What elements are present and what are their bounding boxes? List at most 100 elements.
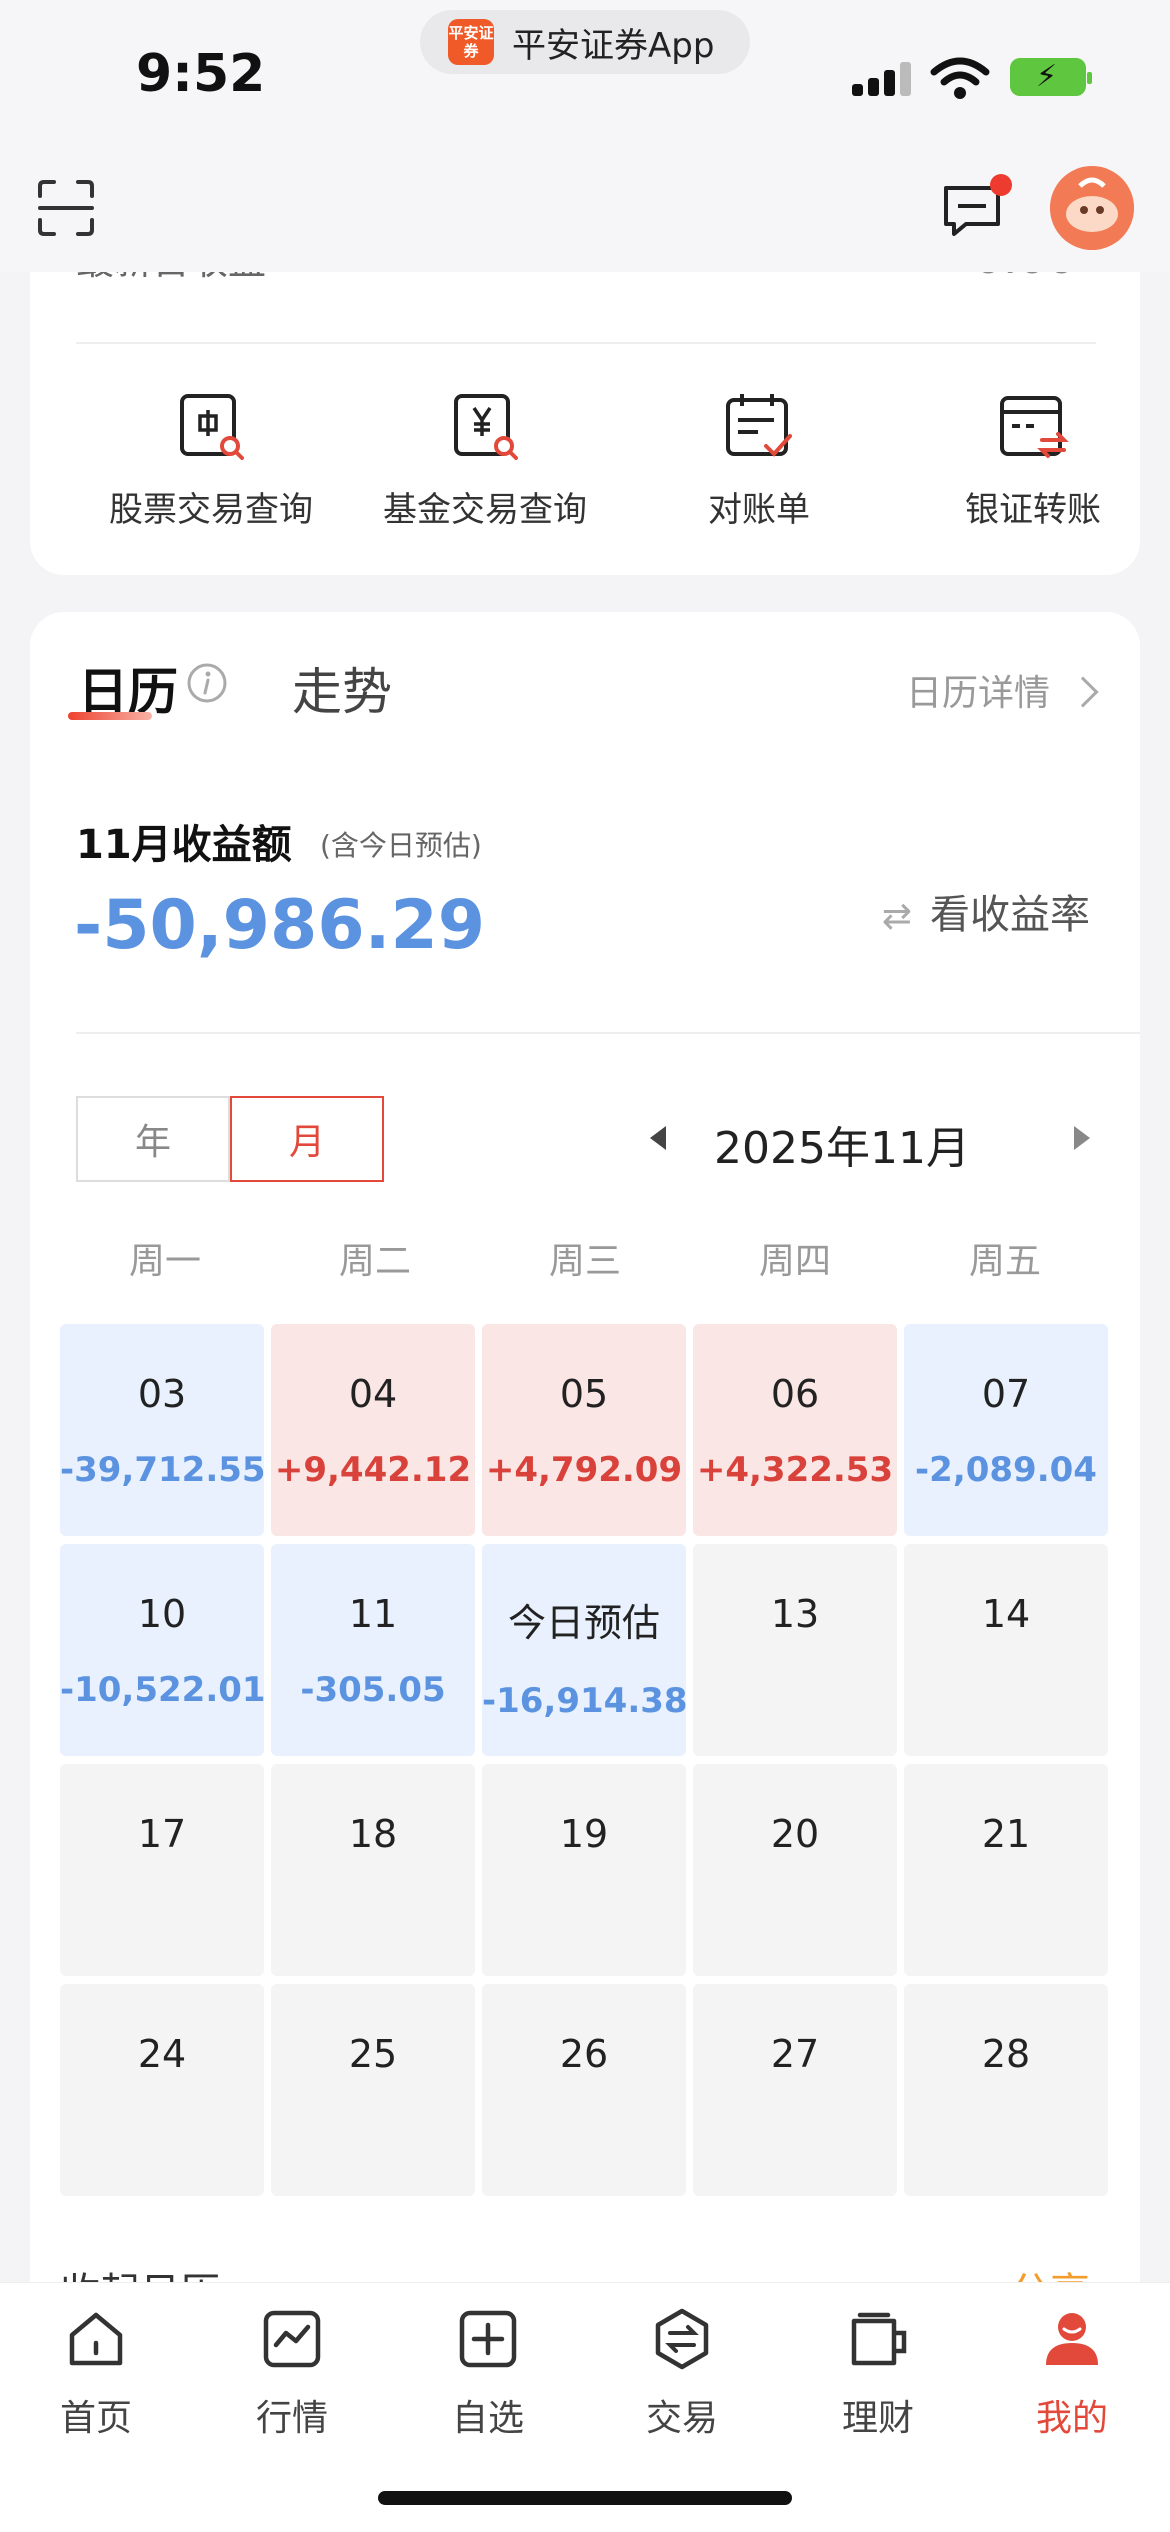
- stock-query-icon: [180, 394, 244, 460]
- segment-month[interactable]: 月: [230, 1096, 384, 1182]
- fund-query-icon: [454, 394, 518, 460]
- calendar-day-cell[interactable]: 今日预估 -16,914.38: [482, 1544, 688, 1756]
- fund-query-link[interactable]: 基金交易查询: [360, 390, 610, 531]
- calendar-day-cell[interactable]: 07 -2,089.04: [904, 1324, 1108, 1536]
- tab-trend[interactable]: 走势: [292, 652, 392, 724]
- calendar-day-date: 26: [559, 2032, 609, 2076]
- calendar-day-cell[interactable]: 18: [271, 1764, 475, 1976]
- weekday-label: 周三: [548, 1241, 621, 1282]
- calendar-day-cell[interactable]: 11 -305.05: [271, 1544, 475, 1756]
- profit-calendar-card: 日历 走势 日历详情 11月收益额 (含今日预估) -50,986.29 ⇄ 看收…: [30, 612, 1140, 2316]
- calendar-day-cell[interactable]: 24: [60, 1984, 264, 2196]
- calendar-day-date: 18: [348, 1812, 398, 1856]
- tab-wealth[interactable]: 理财: [788, 2307, 968, 2441]
- month-profit-sublabel: (含今日预估): [320, 829, 482, 862]
- calendar-day-date: 04: [348, 1372, 398, 1416]
- calendar-detail-link[interactable]: 日历详情: [906, 664, 1099, 716]
- calendar-day-profit: -16,914.38: [482, 1681, 688, 1721]
- switch-to-rate-button[interactable]: ⇄ 看收益率: [882, 882, 1090, 940]
- calendar-day-date: 24: [137, 2032, 187, 2076]
- calendar-day-date: 13: [770, 1592, 820, 1636]
- calendar-day-date: 10: [137, 1592, 187, 1636]
- avatar[interactable]: [1050, 166, 1134, 250]
- tab-market[interactable]: 行情: [202, 2307, 382, 2441]
- bottom-tab-bar: 首页 行情 自选 交易 理财 我的: [0, 2282, 1170, 2532]
- tab-active-indicator: [68, 712, 152, 720]
- calendar-day-cell[interactable]: 06 +4,322.53: [693, 1324, 897, 1536]
- tab-watchlist[interactable]: 自选: [398, 2307, 578, 2441]
- calendar-day-date: 28: [981, 2032, 1031, 2076]
- calendar-day-profit: +4,322.53: [696, 1450, 894, 1490]
- calendar-day-date: 27: [770, 2032, 820, 2076]
- battery-icon: ⚡: [1010, 58, 1092, 96]
- segment-year[interactable]: 年: [76, 1096, 230, 1182]
- calendar-day-cell[interactable]: 17: [60, 1764, 264, 1976]
- stock-query-link[interactable]: 股票交易查询: [86, 390, 336, 531]
- current-month-label: 2025年11月: [714, 1123, 970, 1174]
- bank-transfer-icon: [1000, 396, 1069, 458]
- month-navigator: 2025年11月: [650, 1112, 1090, 1174]
- calendar-day-cell[interactable]: 21: [904, 1764, 1108, 1976]
- tab-mine[interactable]: 我的: [982, 2307, 1162, 2441]
- calendar-day-cell[interactable]: 19: [482, 1764, 686, 1976]
- calendar-day-cell[interactable]: 10 -10,522.01: [60, 1544, 266, 1756]
- tab-home[interactable]: 首页: [6, 2307, 186, 2441]
- calendar-day-date: 03: [137, 1372, 187, 1416]
- calendar-day-profit: -2,089.04: [915, 1450, 1097, 1490]
- bank-transfer-link[interactable]: 银证转账: [908, 390, 1140, 531]
- home-indicator: [378, 2491, 792, 2505]
- calendar-day-date: 07: [981, 1372, 1031, 1416]
- status-time: 9:52: [136, 44, 266, 104]
- signal-icon: [852, 62, 914, 96]
- weekday-label: 周五: [968, 1241, 1041, 1282]
- weekday-header: 周一 周二 周三 周四 周五: [60, 1232, 1110, 1284]
- calendar-day-cell[interactable]: 04 +9,442.12: [271, 1324, 475, 1536]
- calendar-day-date: 14: [981, 1592, 1031, 1636]
- calendar-day-cell[interactable]: 05 +4,792.09: [482, 1324, 686, 1536]
- calendar-day-cell[interactable]: 25: [271, 1984, 475, 2196]
- tab-home-label: 首页: [59, 2398, 132, 2439]
- stock-query-label: 股票交易查询: [109, 490, 313, 530]
- calendar-day-cell[interactable]: 27: [693, 1984, 897, 2196]
- weekday-label: 周一: [128, 1241, 201, 1282]
- calendar-day-cell[interactable]: 13: [693, 1544, 897, 1756]
- tab-trade[interactable]: 交易: [592, 2307, 772, 2441]
- wallet-icon: [851, 2312, 907, 2366]
- app-indicator-name: 平安证券App: [512, 25, 715, 66]
- tab-trade-label: 交易: [645, 2398, 718, 2439]
- watchlist-add-icon: [459, 2310, 517, 2368]
- tab-mine-label: 我的: [1035, 2398, 1108, 2439]
- statement-label: 对账单: [708, 490, 810, 530]
- statement-link[interactable]: 对账单: [634, 390, 884, 531]
- month-profit-label: 11月收益额: [76, 822, 292, 868]
- calendar-day-date: 20: [770, 1812, 820, 1856]
- calendar-day-cell[interactable]: 20: [693, 1764, 897, 1976]
- app-logo: 平安证券: [448, 19, 494, 65]
- calendar-day-cell[interactable]: 14: [904, 1544, 1108, 1756]
- calendar-day-profit: +9,442.12: [274, 1450, 472, 1490]
- app-indicator-chip[interactable]: 平安证券 平安证券App: [420, 10, 750, 74]
- period-segmented-control: 年 月: [76, 1096, 384, 1182]
- fund-query-label: 基金交易查询: [383, 490, 587, 530]
- status-bar: 9:52 平安证券 平安证券App ⚡: [0, 0, 1170, 160]
- calendar-day-cell[interactable]: 26: [482, 1984, 686, 2196]
- divider: [76, 1032, 1140, 1034]
- message-button[interactable]: [940, 174, 1012, 242]
- unread-dot: [990, 174, 1012, 196]
- next-month-icon[interactable]: [1074, 1126, 1090, 1150]
- prev-month-icon[interactable]: [650, 1126, 666, 1150]
- scan-icon[interactable]: [36, 178, 96, 238]
- calendar-day-cell[interactable]: 03 -39,712.55: [60, 1324, 266, 1536]
- month-profit-value: -50,986.29: [74, 886, 486, 965]
- calendar-day-profit: -10,522.01: [60, 1670, 266, 1710]
- market-icon: [263, 2310, 321, 2368]
- tab-watchlist-label: 自选: [451, 2398, 524, 2439]
- top-header: [0, 160, 1170, 272]
- statement-icon: [726, 394, 792, 457]
- calendar-day-cell[interactable]: 28: [904, 1984, 1108, 2196]
- tab-market-label: 行情: [255, 2398, 328, 2439]
- info-icon[interactable]: [186, 662, 228, 704]
- calendar-day-date: 19: [559, 1812, 609, 1856]
- avatar-icon: [1050, 166, 1134, 250]
- home-icon: [69, 2312, 123, 2366]
